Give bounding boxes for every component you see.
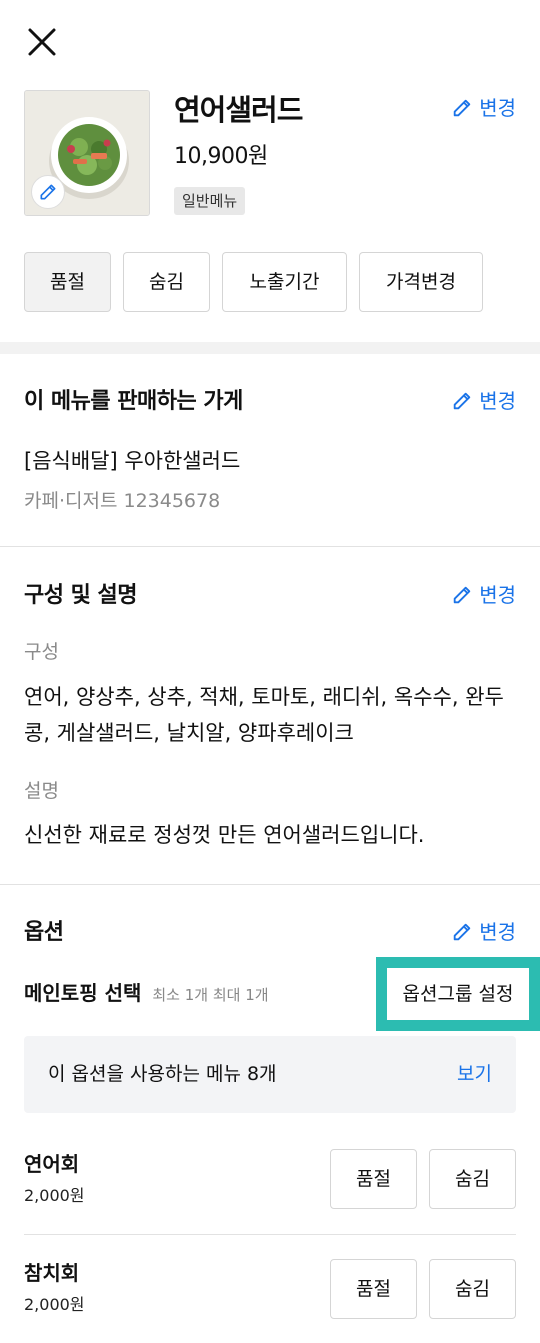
- option-usage-text: 이 옵션을 사용하는 메뉴 8개: [48, 1063, 277, 1085]
- store-edit-link[interactable]: 변경: [451, 387, 516, 415]
- thumbnail-edit-button[interactable]: [31, 175, 65, 209]
- option-hide-button[interactable]: 숨김: [429, 1259, 516, 1319]
- edit-label: 변경: [479, 583, 516, 607]
- pencil-icon: [453, 392, 471, 410]
- description-label: 설명: [24, 780, 59, 802]
- edit-label: 변경: [479, 96, 516, 120]
- hide-button[interactable]: 숨김: [123, 252, 210, 312]
- option-item-name: 참치회: [24, 1261, 80, 1285]
- store-name: [음식배달] 우아한샐러드: [24, 449, 241, 473]
- options-edit-link[interactable]: 변경: [451, 918, 516, 946]
- options-section-title: 옵션: [24, 920, 64, 945]
- composition-text: 연어, 양상추, 상추, 적채, 토마토, 래디쉬, 옥수수, 완두콩, 게살샐…: [24, 685, 504, 745]
- menu-type-badge: 일반메뉴: [174, 187, 246, 215]
- composition-edit-link[interactable]: 변경: [451, 581, 516, 609]
- option-usage-box: 이 옵션을 사용하는 메뉴 8개 보기: [24, 1036, 516, 1113]
- composition-section-title: 구성 및 설명: [24, 583, 138, 608]
- section-divider: [0, 342, 540, 354]
- option-hide-button[interactable]: 숨김: [429, 1149, 516, 1209]
- composition-label: 구성: [24, 641, 59, 663]
- store-meta: 카페·디저트 12345678: [24, 490, 221, 512]
- pencil-icon: [453, 99, 471, 117]
- option-soldout-button[interactable]: 품절: [330, 1259, 417, 1319]
- option-group-name: 메인토핑 선택 최소 1개 최대 1개: [24, 978, 269, 1010]
- row-divider: [24, 1234, 516, 1235]
- edit-label: 변경: [479, 389, 516, 413]
- section-divider: [0, 546, 540, 547]
- option-group-title: 메인토핑 선택: [24, 981, 142, 1005]
- section-divider: [0, 884, 540, 885]
- option-group-limits: 최소 1개 최대 1개: [152, 986, 269, 1004]
- menu-price: 10,900원: [174, 144, 268, 169]
- close-icon: [28, 28, 56, 56]
- option-usage-view-link[interactable]: 보기: [457, 1060, 492, 1088]
- price-change-button[interactable]: 가격변경: [359, 252, 483, 312]
- pencil-icon: [453, 923, 471, 941]
- store-section-title: 이 메뉴를 판매하는 가게: [24, 389, 243, 414]
- option-soldout-button[interactable]: 품절: [330, 1149, 417, 1209]
- option-item-price: 2,000원: [24, 1186, 85, 1205]
- close-button[interactable]: [24, 24, 60, 60]
- description-text: 신선한 재료로 정성껏 만든 연어샐러드입니다.: [24, 823, 425, 847]
- option-item-name: 연어회: [24, 1152, 80, 1176]
- edit-label: 변경: [479, 920, 516, 944]
- menu-edit-link[interactable]: 변경: [451, 94, 516, 122]
- option-group-settings-button[interactable]: 옵션그룹 설정: [376, 957, 540, 1031]
- menu-name: 연어샐러드: [174, 93, 303, 127]
- pencil-icon: [40, 184, 56, 200]
- pencil-icon: [453, 586, 471, 604]
- option-item-price: 2,000원: [24, 1295, 85, 1314]
- exposure-period-button[interactable]: 노출기간: [222, 252, 347, 312]
- soldout-button[interactable]: 품절: [24, 252, 111, 312]
